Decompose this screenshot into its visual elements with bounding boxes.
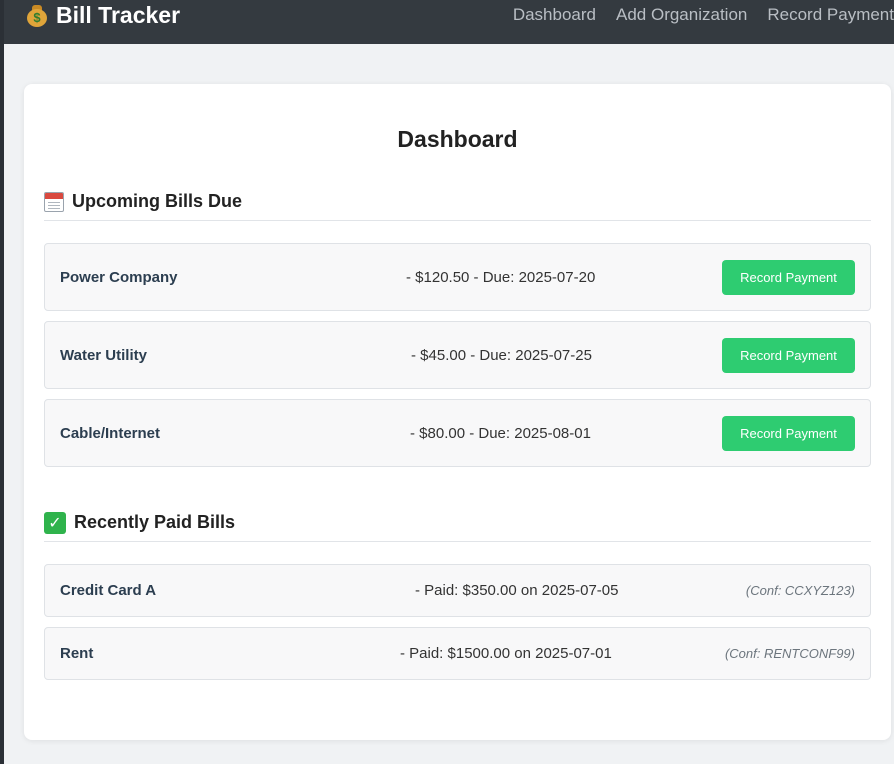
brand[interactable]: $ Bill Tracker <box>26 0 180 30</box>
bill-name: Credit Card A <box>60 582 157 599</box>
navbar: $ Bill Tracker Dashboard Add Organizatio… <box>4 0 894 44</box>
bill-detail: - Paid: $350.00 on 2025-07-05 <box>415 582 619 599</box>
upcoming-bill-row: Cable/Internet - $80.00 - Due: 2025-08-0… <box>44 399 871 467</box>
window-edge <box>0 0 4 764</box>
nav-add-organization-link[interactable]: Add Organization <box>616 5 747 25</box>
bill-detail: - $120.50 - Due: 2025-07-20 <box>406 268 596 286</box>
bill-name: Water Utility <box>60 346 147 364</box>
recently-paid-heading: ✓ Recently Paid Bills <box>44 504 871 542</box>
page-title: Dashboard <box>397 126 518 152</box>
money-bag-icon: $ <box>26 3 48 27</box>
bill-name: Rent <box>60 645 94 662</box>
calendar-icon <box>44 191 64 212</box>
bill-name: Cable/Internet <box>60 424 161 442</box>
confirmation-code: (Conf: CCXYZ123) <box>745 583 855 598</box>
record-payment-button[interactable]: Record Payment <box>722 338 855 373</box>
bill-name: Power Company <box>60 268 178 286</box>
upcoming-bills-heading: Upcoming Bills Due <box>44 183 871 221</box>
bill-detail: - Paid: $1500.00 on 2025-07-01 <box>400 645 612 662</box>
upcoming-bill-row: Water Utility - $45.00 - Due: 2025-07-25… <box>44 321 871 389</box>
record-payment-button[interactable]: Record Payment <box>722 260 855 295</box>
app-title: Bill Tracker <box>56 1 181 28</box>
nav-dashboard-link[interactable]: Dashboard <box>513 5 596 25</box>
dashboard-card: Dashboard Upcoming Bills Due Power Compa… <box>24 84 891 740</box>
check-mark-icon: ✓ <box>44 511 66 534</box>
record-payment-button[interactable]: Record Payment <box>722 416 855 451</box>
bill-detail: - $80.00 - Due: 2025-08-01 <box>410 424 591 442</box>
paid-bill-row: Credit Card A - Paid: $350.00 on 2025-07… <box>44 564 871 617</box>
recently-paid-title: Recently Paid Bills <box>74 512 236 532</box>
paid-bill-row: Rent - Paid: $1500.00 on 2025-07-01 (Con… <box>44 627 871 680</box>
nav-record-payment-link[interactable]: Record Payment <box>767 5 894 25</box>
upcoming-bills-title: Upcoming Bills Due <box>72 191 243 211</box>
confirmation-code: (Conf: RENTCONF99) <box>724 646 855 661</box>
nav-links: Dashboard Add Organization Record Paymen… <box>513 0 894 30</box>
upcoming-bill-row: Power Company - $120.50 - Due: 2025-07-2… <box>44 243 871 311</box>
bill-detail: - $45.00 - Due: 2025-07-25 <box>411 346 592 364</box>
